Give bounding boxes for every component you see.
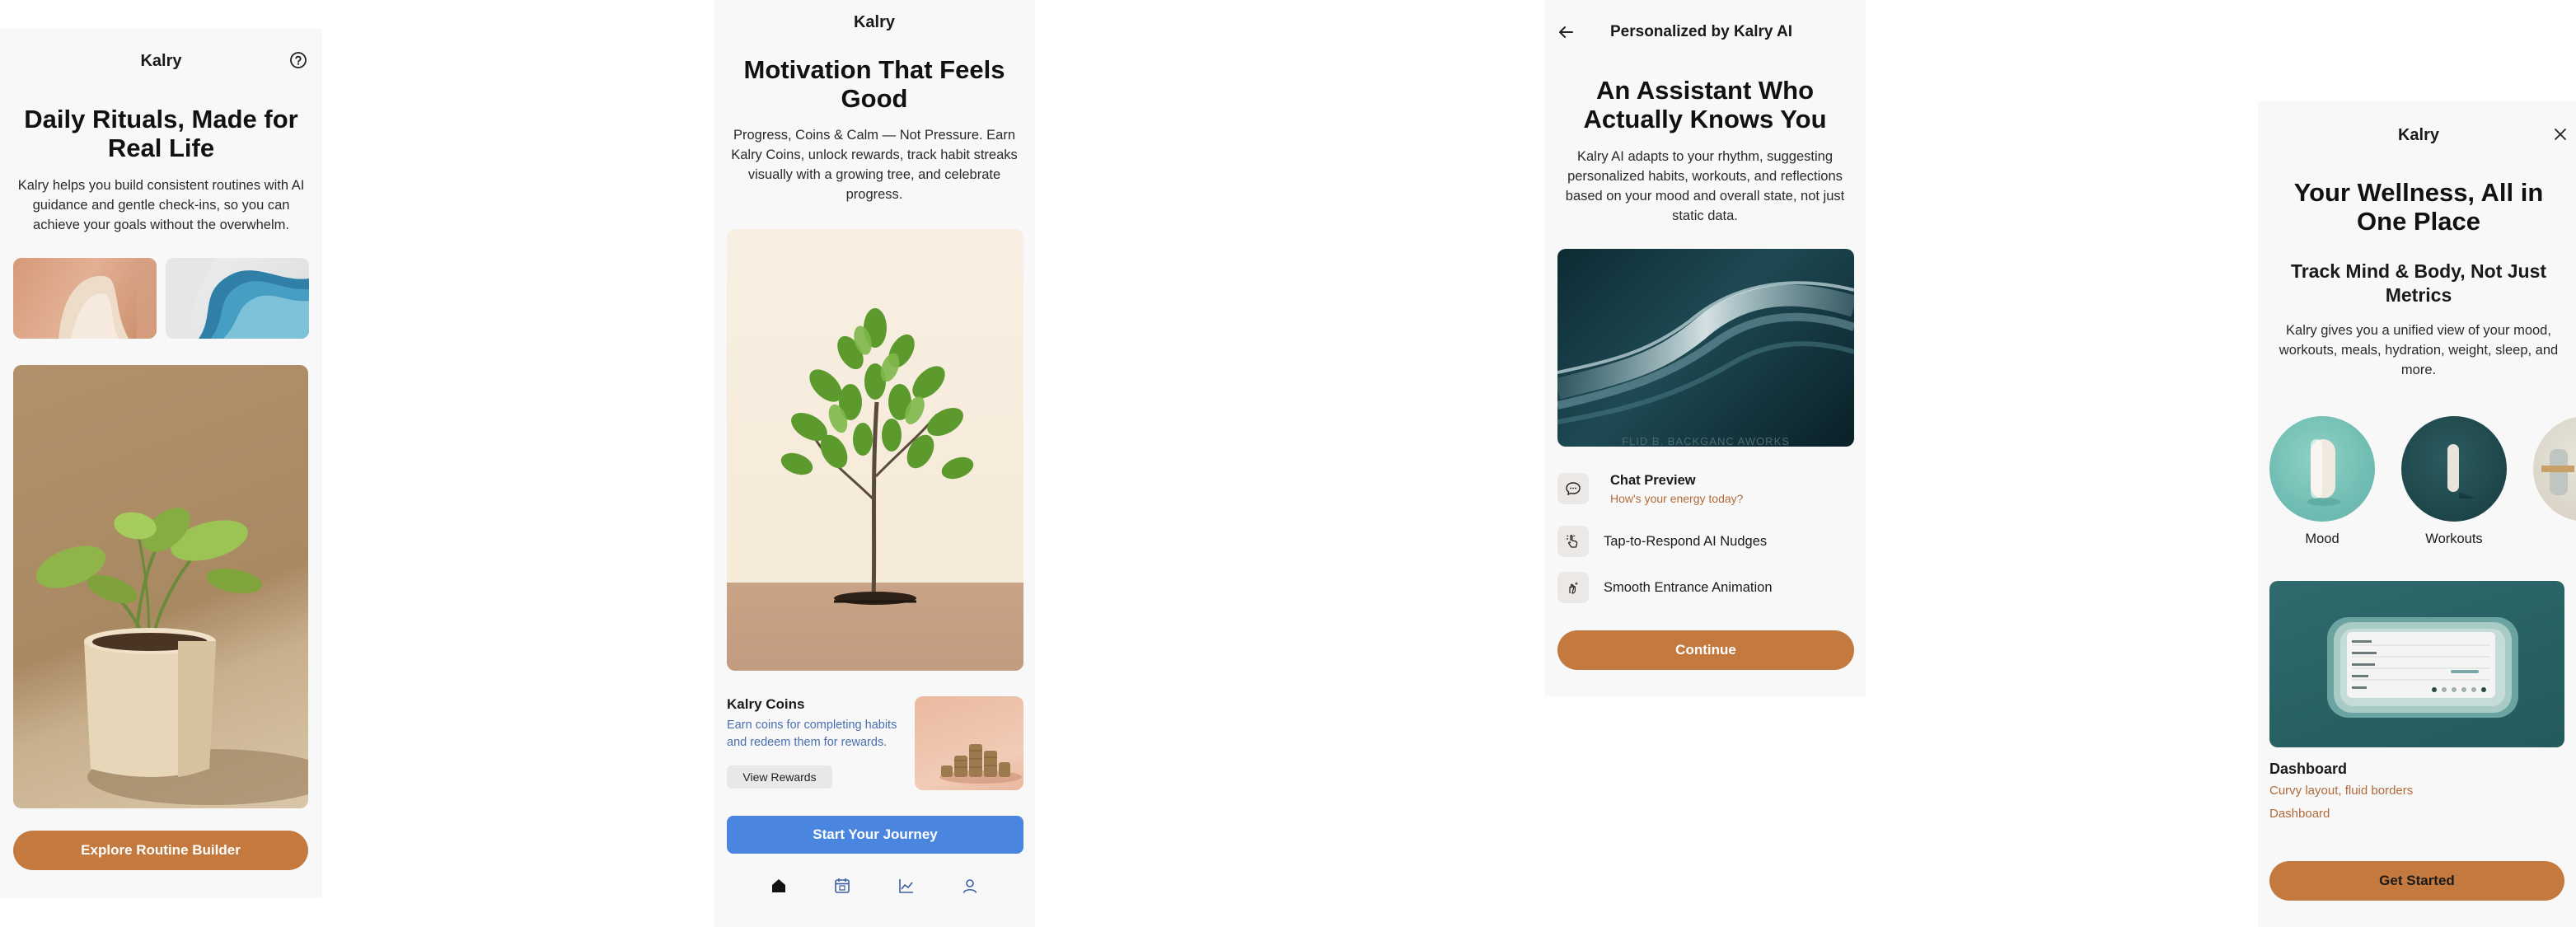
dashboard-caption: Dashboard [2269, 807, 2330, 821]
category-workouts[interactable]: Workouts [2401, 416, 2507, 547]
kalry-coins-description: Earn coins for completing habits and red… [727, 719, 897, 749]
app-title: Kalry [853, 13, 896, 31]
profile-icon[interactable] [961, 877, 979, 895]
help-circle-icon[interactable] [289, 51, 307, 69]
page-title: Daily Rituals, Made for Real Life [24, 105, 298, 162]
onboarding-screen-motivation: Kalry Motivation That Feels Good Progres… [714, 0, 1035, 927]
image-caption: FLID B. BACKGANC AWORKS [1622, 435, 1790, 447]
blue-wave-image [166, 258, 309, 339]
category-label: Workouts [2425, 531, 2483, 546]
calendar-icon[interactable] [833, 877, 851, 895]
coins-image [915, 696, 1023, 790]
feature-title-animation: Smooth Entrance Animation [1604, 580, 1773, 595]
page-description: Kalry helps you build consistent routine… [17, 178, 305, 232]
tap-pointer-icon [1557, 526, 1589, 557]
feature-subtitle-chat-preview: How's your energy today? [1610, 492, 1744, 505]
app-title: Kalry [140, 52, 182, 70]
dashboard-subtitle: Curvy layout, fluid borders [2269, 784, 2414, 798]
view-rewards-button[interactable]: View Rewards [727, 765, 832, 789]
close-icon[interactable] [2552, 126, 2569, 143]
onboarding-screen-ai-assistant: Personalized by Kalry AI An Assistant Wh… [1544, 0, 1866, 696]
workouts-image [2401, 416, 2507, 522]
plant-pot-image [13, 365, 308, 808]
ceramic-image [13, 258, 157, 339]
get-started-button[interactable]: Get Started [2269, 861, 2564, 901]
partial-category-image [2533, 416, 2576, 522]
page-description: Kalry gives you a unified view of your m… [2279, 323, 2559, 377]
chart-icon[interactable] [897, 877, 916, 895]
continue-button[interactable]: Continue [1557, 630, 1854, 670]
dashboard-title: Dashboard [2269, 761, 2348, 777]
page-title: Motivation That Feels Good [743, 55, 1005, 113]
arrow-left-icon[interactable] [1557, 23, 1576, 41]
start-your-journey-button[interactable]: Start Your Journey [727, 816, 1023, 854]
kalry-coins-title: Kalry Coins [727, 696, 805, 712]
category-mood[interactable]: Mood [2269, 416, 2375, 547]
growing-tree-image [727, 229, 1023, 671]
page-description: Kalry AI adapts to your rhythm, suggesti… [1565, 149, 1845, 223]
category-partial[interactable]: M [2533, 416, 2576, 547]
onboarding-screen-wellness: Kalry Your Wellness, All in One Place Tr… [2258, 101, 2576, 927]
page-subtitle: Track Mind & Body, Not Just Metrics [2290, 260, 2547, 306]
app-title: Kalry [2397, 126, 2440, 144]
page-title: Your Wellness, All in One Place [2293, 178, 2544, 236]
explore-routine-builder-button[interactable]: Explore Routine Builder [13, 831, 308, 870]
mood-image [2269, 416, 2375, 522]
onboarding-screen-daily-rituals: Kalry Daily Rituals, Made for Real Life … [0, 29, 322, 898]
abstract-wave-image: FLID B. BACKGANC AWORKS [1557, 249, 1854, 447]
page-title: An Assistant Who Actually Knows You [1583, 76, 1827, 133]
feature-title-chat-preview: Chat Preview [1610, 473, 1696, 488]
dashboard-image[interactable] [2269, 581, 2564, 747]
page-description: Progress, Coins & Calm — Not Pressure. E… [731, 128, 1018, 202]
category-label: M [2533, 531, 2576, 547]
feature-title-nudges: Tap-to-Respond AI Nudges [1604, 534, 1768, 549]
chat-bubble-icon [1557, 473, 1589, 504]
header-title: Personalized by Kalry AI [1610, 23, 1793, 40]
bottom-nav [714, 867, 1035, 905]
home-icon[interactable] [770, 877, 788, 895]
sparkle-hand-icon [1557, 572, 1589, 603]
category-label: Mood [2305, 531, 2339, 546]
